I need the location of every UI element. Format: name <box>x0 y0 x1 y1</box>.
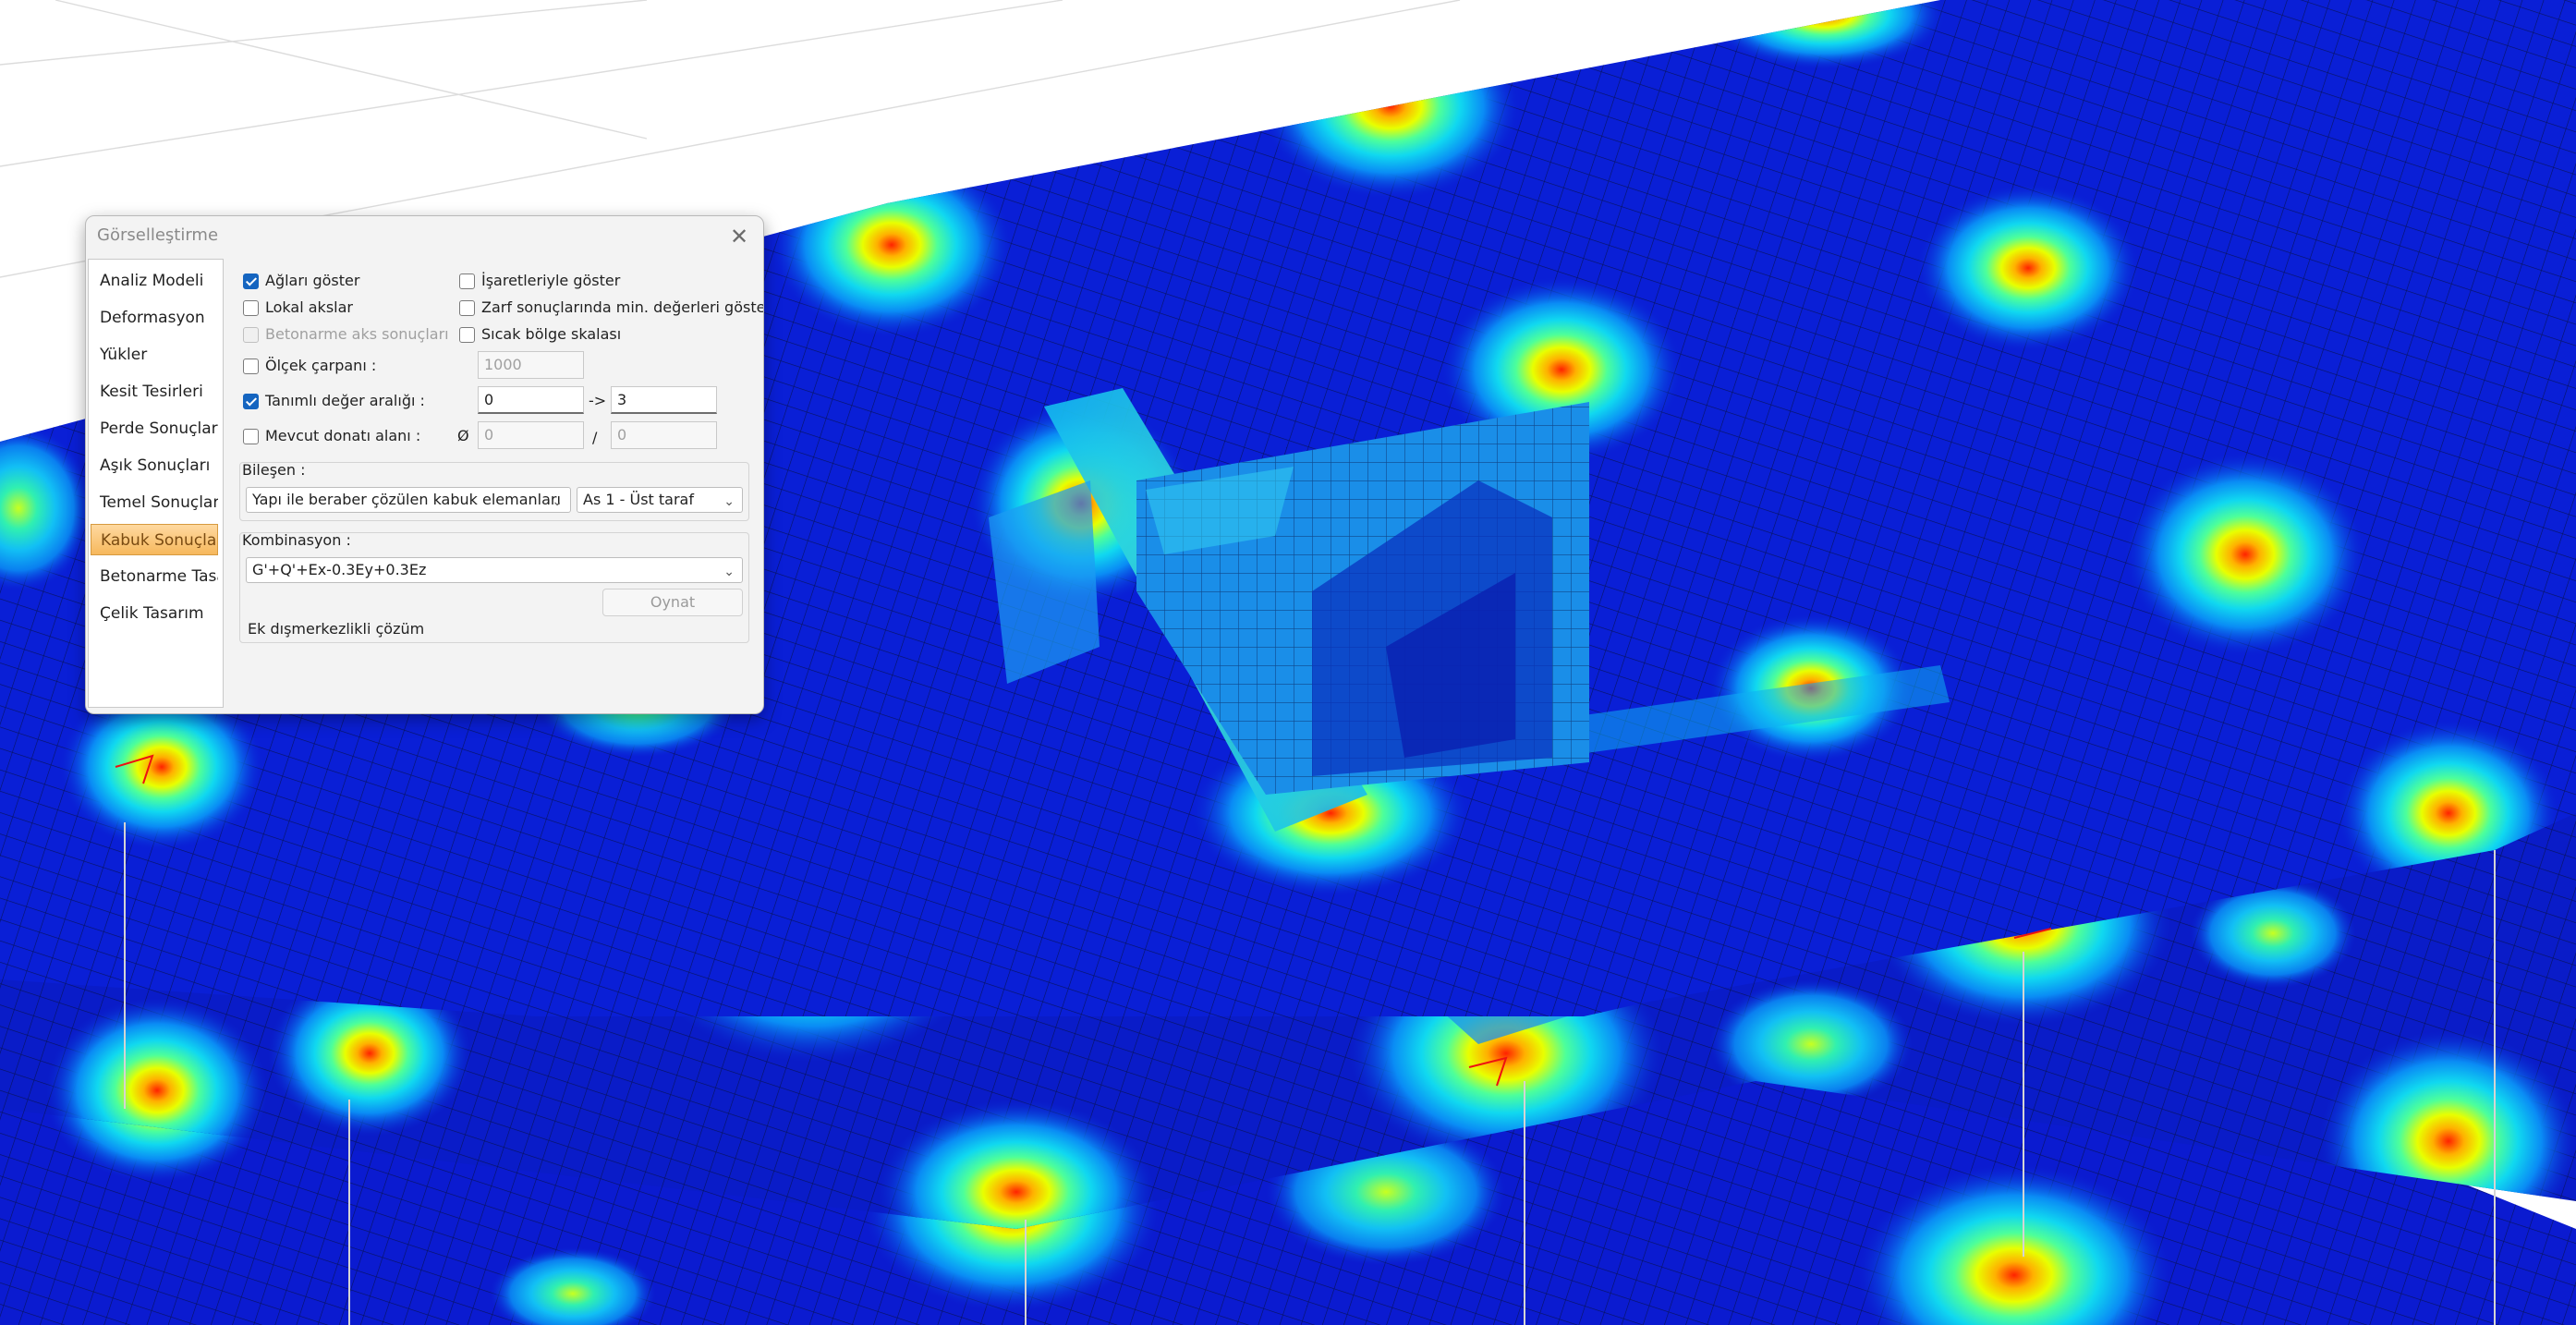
hot-zone-scale-checkbox[interactable] <box>459 327 475 343</box>
visualization-nav: Analiz Modeli Deformasyon Yükler Kesit T… <box>88 259 224 708</box>
existing-rebar-checkbox[interactable] <box>243 429 259 444</box>
diameter-symbol: Ø <box>457 427 469 444</box>
show-mesh-checkbox[interactable] <box>243 274 259 289</box>
dialog-title: Görselleştirme <box>97 225 219 245</box>
component-group-title: Bileşen : <box>242 461 306 479</box>
nav-item-asik-sonuclari[interactable]: Aşık Sonuçları <box>91 450 218 481</box>
chevron-down-icon: ⌄ <box>723 565 735 579</box>
chevron-down-icon: ⌄ <box>723 494 735 509</box>
show-with-signs-checkbox[interactable] <box>459 274 475 289</box>
chevron-down-icon: ⌄ <box>552 494 563 509</box>
close-icon[interactable]: ✕ <box>723 220 756 253</box>
combination-group: Kombinasyon : G'+Q'+Ex-0.3Ey+0.3Ez ⌄ Oyn… <box>239 531 749 643</box>
component-group: Bileşen : Yapı ile beraber çözülen kabuk… <box>239 461 749 521</box>
extra-eccentricity-label: Ek dışmerkezlikli çözüm <box>248 620 425 638</box>
rebar-spacing-input[interactable]: 0 <box>611 421 717 449</box>
nav-item-celik-tasarim[interactable]: Çelik Tasarım <box>91 598 218 629</box>
nav-item-kabuk-sonuclari[interactable]: Kabuk Sonuçları <box>91 524 218 555</box>
rebar-diameter-input[interactable]: 0 <box>478 421 584 449</box>
dialog-titlebar[interactable]: Görselleştirme ✕ <box>86 216 763 261</box>
scale-factor-checkbox[interactable] <box>243 359 259 374</box>
element-type-select[interactable]: Yapı ile beraber çözülen kabuk elemanlar… <box>246 487 571 513</box>
existing-rebar-label: Mevcut donatı alanı : <box>265 427 421 444</box>
scale-factor-input[interactable]: 1000 <box>478 351 584 379</box>
element-type-value: Yapı ile beraber çözülen kabuk elemanlar… <box>252 491 561 508</box>
range-from-input[interactable]: 0 <box>478 386 584 414</box>
envelope-min-label: Zarf sonuçlarında min. değerleri göster <box>481 298 764 316</box>
nav-item-kesit-tesirleri[interactable]: Kesit Tesirleri <box>91 376 218 407</box>
result-type-value: As 1 - Üst taraf <box>583 491 694 508</box>
local-axes-checkbox[interactable] <box>243 300 259 316</box>
play-button[interactable]: Oynat <box>602 589 743 616</box>
rc-axis-results-label: Betonarme aks sonuçları <box>265 325 449 343</box>
defined-range-label: Tanımlı değer aralığı : <box>265 392 425 409</box>
nav-item-perde-sonuclari[interactable]: Perde Sonuçları <box>91 413 218 444</box>
hot-zone-scale-label: Sıcak bölge skalası <box>481 325 622 343</box>
nav-item-betonarme-tasarim[interactable]: Betonarme Tasarım <box>91 561 218 592</box>
nav-item-deformasyon[interactable]: Deformasyon <box>91 302 218 334</box>
nav-item-yukler[interactable]: Yükler <box>91 339 218 371</box>
scale-factor-label: Ölçek çarpanı : <box>265 357 377 374</box>
rc-axis-results-checkbox <box>243 327 259 343</box>
visualization-dialog: Görselleştirme ✕ Analiz Modeli Deformasy… <box>85 215 764 714</box>
combination-value: G'+Q'+Ex-0.3Ey+0.3Ez <box>252 561 427 578</box>
defined-range-checkbox[interactable] <box>243 394 259 409</box>
combination-group-title: Kombinasyon : <box>242 531 351 549</box>
show-with-signs-label: İşaretleriyle göster <box>481 272 621 289</box>
range-to-input[interactable]: 3 <box>611 386 717 414</box>
nav-item-analiz-modeli[interactable]: Analiz Modeli <box>91 265 218 297</box>
range-arrow: -> <box>589 392 607 409</box>
combination-select[interactable]: G'+Q'+Ex-0.3Ey+0.3Ez ⌄ <box>246 557 743 583</box>
rebar-separator: / <box>592 429 598 446</box>
envelope-min-checkbox[interactable] <box>459 300 475 316</box>
nav-item-temel-sonuclari[interactable]: Temel Sonuçları <box>91 487 218 518</box>
result-type-select[interactable]: As 1 - Üst taraf ⌄ <box>577 487 743 513</box>
show-mesh-label: Ağları göster <box>265 272 360 289</box>
local-axes-label: Lokal akslar <box>265 298 353 316</box>
